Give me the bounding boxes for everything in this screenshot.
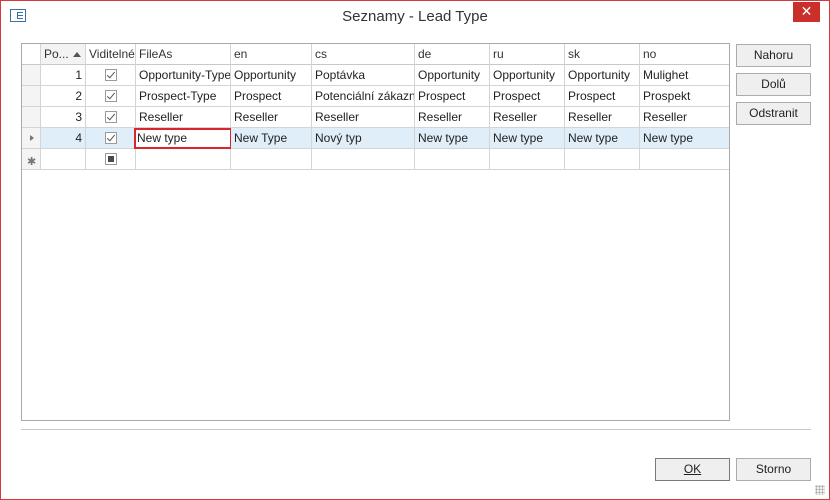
ru-cell[interactable] [490, 149, 565, 170]
no-cell[interactable] [640, 149, 729, 170]
column-header-sk[interactable]: sk [565, 44, 640, 65]
cs-cell[interactable]: Nový typ [312, 128, 415, 149]
visible-checkbox[interactable] [105, 90, 117, 102]
no-cell[interactable]: New type [640, 128, 729, 149]
dialog-window: Seznamy - Lead Type ✕ Po... Viditelné Fi… [0, 0, 830, 500]
no-cell[interactable]: Prospekt [640, 86, 729, 107]
de-cell[interactable]: Reseller [415, 107, 490, 128]
sk-cell[interactable]: Opportunity [565, 65, 640, 86]
remove-button[interactable]: Odstranit [736, 102, 811, 125]
cancel-button[interactable]: Storno [736, 458, 811, 481]
position-cell[interactable]: 3 [41, 107, 86, 128]
column-header-fileas[interactable]: FileAs [136, 44, 231, 65]
column-header-no[interactable]: no [640, 44, 729, 65]
ru-cell[interactable]: Prospect [490, 86, 565, 107]
row-indicator-cell[interactable]: ✱ [22, 149, 41, 170]
en-cell[interactable]: Prospect [231, 86, 312, 107]
fileas-cell-editor[interactable]: New type [134, 128, 232, 149]
en-cell[interactable]: Reseller [231, 107, 312, 128]
title-bar[interactable]: Seznamy - Lead Type ✕ [1, 1, 829, 32]
en-cell[interactable]: New Type [231, 128, 312, 149]
position-cell[interactable] [41, 149, 86, 170]
sk-cell[interactable]: Prospect [565, 86, 640, 107]
sort-ascending-icon [72, 52, 81, 58]
table-row-current[interactable]: 4 New type New Type Nový typ New type Ne… [22, 128, 729, 149]
ok-button[interactable]: OK [655, 458, 730, 481]
visible-checkbox[interactable] [105, 69, 117, 81]
fileas-cell[interactable]: Opportunity-Type [136, 65, 231, 86]
visible-cell[interactable] [86, 128, 136, 149]
move-down-button[interactable]: Dolů [736, 73, 811, 96]
no-cell[interactable]: Reseller [640, 107, 729, 128]
position-cell[interactable]: 4 [41, 128, 86, 149]
de-cell[interactable]: Prospect [415, 86, 490, 107]
no-cell[interactable]: Mulighet [640, 65, 729, 86]
fileas-cell[interactable]: Reseller [136, 107, 231, 128]
ru-cell[interactable]: Reseller [490, 107, 565, 128]
column-header-ru[interactable]: ru [490, 44, 565, 65]
checkmark-icon [106, 132, 116, 142]
sk-cell[interactable] [565, 149, 640, 170]
column-header-cs[interactable]: cs [312, 44, 415, 65]
de-cell[interactable]: Opportunity [415, 65, 490, 86]
cs-cell[interactable]: Potenciální zákazník [312, 86, 415, 107]
header-indicator-cell [22, 44, 41, 65]
visible-checkbox[interactable] [105, 111, 117, 123]
column-header-position[interactable]: Po... [41, 44, 86, 65]
resize-grip-icon[interactable] [815, 485, 825, 495]
column-header-label: Po... [44, 47, 69, 61]
visible-cell[interactable] [86, 65, 136, 86]
visible-checkbox[interactable] [105, 132, 117, 144]
visible-cell[interactable] [86, 107, 136, 128]
table-row[interactable]: 2 Prospect-Type Prospect Potenciální zák… [22, 86, 729, 107]
column-header-visible[interactable]: Viditelné [86, 44, 136, 65]
checkmark-icon [106, 111, 116, 121]
position-cell[interactable]: 2 [41, 86, 86, 107]
table-row[interactable]: 1 Opportunity-Type Opportunity Poptávka … [22, 65, 729, 86]
sk-cell[interactable]: New type [565, 128, 640, 149]
checkmark-icon [106, 90, 116, 100]
en-cell[interactable]: Opportunity [231, 65, 312, 86]
visible-checkbox[interactable] [105, 153, 117, 165]
sk-cell[interactable]: Reseller [565, 107, 640, 128]
row-indicator-cell[interactable] [22, 86, 41, 107]
visible-cell[interactable] [86, 86, 136, 107]
position-cell[interactable]: 1 [41, 65, 86, 86]
fileas-cell[interactable]: Prospect-Type [136, 86, 231, 107]
footer-separator [21, 429, 811, 431]
de-cell[interactable]: New type [415, 128, 490, 149]
data-grid: Po... Viditelné FileAs en cs de ru sk no… [21, 43, 730, 421]
fileas-cell[interactable] [136, 149, 231, 170]
ru-cell[interactable]: New type [490, 128, 565, 149]
ru-cell[interactable]: Opportunity [490, 65, 565, 86]
ok-button-label: OK [683, 462, 702, 476]
row-indicator-cell[interactable] [22, 65, 41, 86]
window-title: Seznamy - Lead Type [342, 8, 488, 25]
table-row[interactable]: 3 Reseller Reseller Reseller Reseller Re… [22, 107, 729, 128]
grid-header-row: Po... Viditelné FileAs en cs de ru sk no [22, 44, 729, 65]
cs-cell[interactable]: Reseller [312, 107, 415, 128]
de-cell[interactable] [415, 149, 490, 170]
current-row-arrow-icon [30, 135, 34, 141]
visible-cell[interactable] [86, 149, 136, 170]
move-up-button[interactable]: Nahoru [736, 44, 811, 67]
row-indicator-cell[interactable] [22, 107, 41, 128]
checkmark-icon [106, 69, 116, 79]
close-button[interactable]: ✕ [793, 2, 820, 22]
cs-cell[interactable]: Poptávka [312, 65, 415, 86]
row-indicator-cell[interactable] [22, 128, 41, 149]
column-header-en[interactable]: en [231, 44, 312, 65]
cs-cell[interactable] [312, 149, 415, 170]
new-row[interactable]: ✱ [22, 149, 729, 170]
column-header-de[interactable]: de [415, 44, 490, 65]
en-cell[interactable] [231, 149, 312, 170]
new-row-icon: ✱ [27, 156, 37, 168]
